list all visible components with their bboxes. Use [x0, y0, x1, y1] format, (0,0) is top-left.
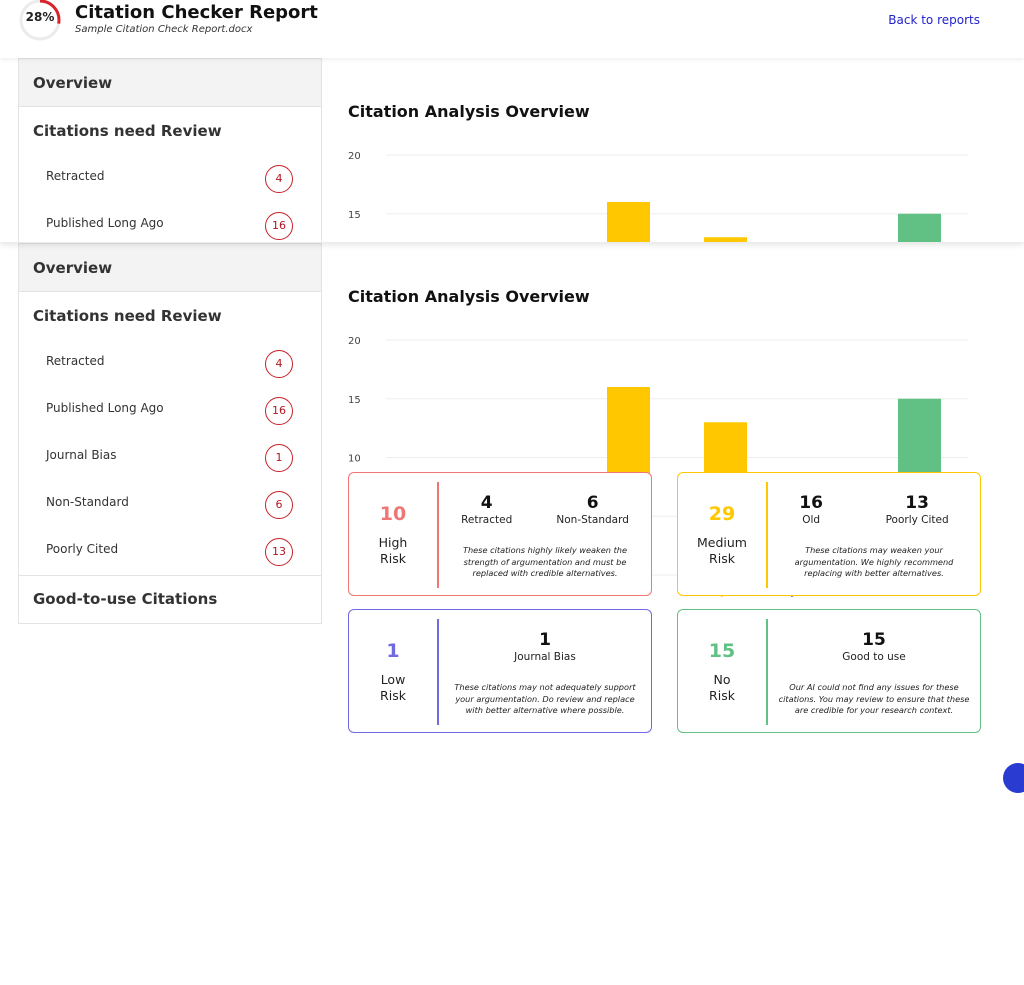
no-risk-card: 15 No Risk 15 Good to use Our AI could n…	[677, 609, 981, 733]
category-count: 4	[480, 493, 493, 513]
risk-description: These citations may not adequately suppo…	[454, 682, 636, 715]
risk-level-line: No	[713, 672, 731, 687]
risk-summary: 29 Medium Risk	[678, 473, 766, 595]
category-count: 16	[799, 493, 823, 513]
sidebar: Overview Citations need Review Retracted…	[18, 58, 322, 242]
low-risk-card: 1 Low Risk 1 Journal Bias These citation…	[348, 609, 652, 733]
sidebar-good-to-use[interactable]: Good-to-use Citations	[19, 575, 321, 623]
sidebar-item-label: Retracted	[46, 169, 105, 183]
chart-title: Citation Analysis Overview	[348, 102, 590, 121]
category-label: Good to use	[842, 651, 906, 663]
sidebar-item-label: Retracted	[46, 354, 105, 368]
sidebar-item-published-long-ago[interactable]: Published Long Ago 16	[19, 202, 321, 242]
app-header: 28% Citation Checker Report Sample Citat…	[0, 0, 1024, 58]
y-tick-label: 10	[348, 454, 361, 465]
y-tick-label: 20	[348, 151, 361, 162]
risk-category: 15 Good to use	[842, 630, 905, 670]
sidebar-overview[interactable]: Overview	[19, 244, 321, 292]
sidebar-item-label: Published Long Ago	[46, 216, 164, 230]
category-label: Non-Standard	[556, 514, 629, 526]
category-label: Retracted	[461, 514, 513, 526]
category-label: Poorly Cited	[885, 514, 949, 526]
sidebar-item-label: Journal Bias	[46, 448, 117, 462]
risk-level-line: Risk	[709, 688, 735, 703]
sidebar-item-published-long-ago[interactable]: Published Long Ago 16	[19, 387, 321, 434]
risk-level: Medium Risk	[678, 535, 766, 567]
count-badge: 13	[265, 538, 293, 566]
risk-categories: 16 Old 13 Poorly Cited	[768, 493, 980, 533]
report-title: Citation Checker Report	[75, 2, 318, 23]
sidebar-review-title[interactable]: Citations need Review	[19, 292, 321, 340]
risk-summary: 10 High Risk	[349, 473, 437, 595]
risk-total: 29	[708, 503, 736, 525]
category-count: 15	[862, 630, 886, 650]
chart-title: Citation Analysis Overview	[348, 287, 590, 306]
report-page: Overview Citations need Review Retracted…	[0, 185, 1024, 985]
risk-total: 10	[379, 503, 407, 525]
risk-level: No Risk	[678, 672, 766, 704]
bar[interactable]	[607, 202, 650, 242]
category-count: 13	[905, 493, 929, 513]
risk-level-line: Medium	[697, 535, 747, 550]
category-label: Old	[802, 514, 821, 526]
bar-chart-svg: 05101520RetractedNon-StandardOldPoorly C…	[348, 151, 968, 242]
risk-level-line: Risk	[709, 551, 735, 566]
sidebar-item-non-standard[interactable]: Non-Standard 6	[19, 481, 321, 528]
count-badge: 16	[265, 212, 293, 240]
y-tick-label: 15	[348, 395, 361, 406]
count-badge: 4	[265, 350, 293, 378]
risk-categories: 15 Good to use	[768, 630, 980, 670]
risk-level-line: Low	[380, 672, 406, 687]
risk-level: Low Risk	[349, 672, 437, 704]
risk-level-line: Risk	[380, 688, 406, 703]
sidebar-item-label: Poorly Cited	[46, 542, 119, 556]
risk-category: 13 Poorly Cited	[886, 493, 949, 533]
risk-categories: 4 Retracted 6 Non-Standard	[439, 493, 651, 533]
count-badge: 6	[265, 491, 293, 519]
sidebar-item-poorly-cited[interactable]: Poorly Cited 13	[19, 528, 321, 575]
bar-chart: 05101520RetractedNon-StandardOldPoorly C…	[348, 140, 988, 242]
count-badge: 4	[265, 165, 293, 193]
sidebar-review-title[interactable]: Citations need Review	[19, 107, 321, 155]
risk-total: 15	[708, 640, 736, 662]
risk-summary: 15 No Risk	[678, 610, 766, 732]
progress-label: 28%	[25, 10, 55, 24]
sidebar-item-journal-bias[interactable]: Journal Bias 1	[19, 434, 321, 481]
medium-risk-card: 29 Medium Risk 16 Old 13 Poorly Cited Th…	[677, 472, 981, 596]
category-count: 6	[586, 493, 599, 513]
risk-total: 1	[386, 640, 400, 662]
y-tick-label: 15	[348, 210, 361, 221]
count-badge: 1	[265, 444, 293, 472]
risk-category: 6 Non-Standard	[556, 493, 629, 533]
back-to-reports-link[interactable]: Back to reports	[888, 13, 980, 27]
sidebar-item-label: Published Long Ago	[46, 401, 164, 415]
sidebar-item-retracted[interactable]: Retracted 4	[19, 155, 321, 202]
bar[interactable]	[898, 213, 941, 242]
risk-category: 4 Retracted	[461, 493, 512, 533]
risk-description: Our AI could not find any issues for the…	[778, 682, 970, 715]
risk-level-line: Risk	[380, 551, 406, 566]
bar[interactable]	[704, 237, 747, 242]
sidebar-item-retracted[interactable]: Retracted 4	[19, 340, 321, 387]
risk-description: These citations may weaken your argument…	[794, 545, 954, 578]
sidebar-overview[interactable]: Overview	[19, 59, 321, 107]
risk-description: These citations highly likely weaken the…	[462, 545, 628, 578]
risk-category: 16 Old	[799, 493, 823, 533]
report-file-name: Sample Citation Check Report.docx	[75, 24, 253, 35]
sidebar: Overview Citations need Review Retracted…	[18, 243, 322, 624]
sidebar-item-label: Non-Standard	[46, 495, 129, 509]
risk-category: 1 Journal Bias	[514, 630, 576, 670]
count-badge: 16	[265, 397, 293, 425]
sticky-header-band: 28% Citation Checker Report Sample Citat…	[0, 0, 1024, 242]
risk-level: High Risk	[349, 535, 437, 567]
high-risk-card: 10 High Risk 4 Retracted 6 Non-Standard …	[348, 472, 652, 596]
risk-summary: 1 Low Risk	[349, 610, 437, 732]
risk-categories: 1 Journal Bias	[439, 630, 651, 670]
category-count: 1	[539, 630, 551, 650]
risk-level-line: High	[378, 535, 408, 550]
category-label: Journal Bias	[514, 651, 576, 663]
y-tick-label: 20	[348, 336, 361, 347]
